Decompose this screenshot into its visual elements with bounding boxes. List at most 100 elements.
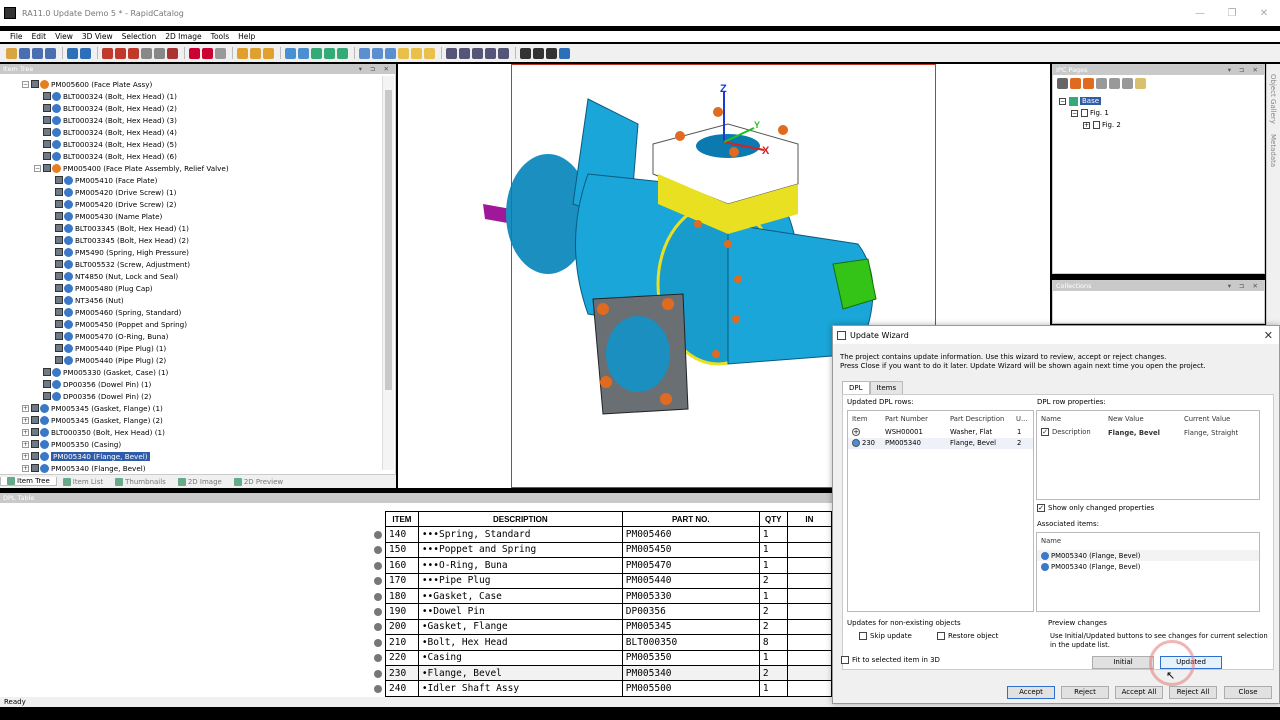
- col-qty[interactable]: QTY: [758, 510, 788, 528]
- checkbox-icon[interactable]: [55, 308, 63, 316]
- updated-rows-list[interactable]: Item Part Number Part Description U... +…: [847, 410, 1034, 612]
- wizard-close-icon[interactable]: ✕: [1264, 329, 1273, 342]
- expand-toggle[interactable]: −: [22, 80, 29, 88]
- reject-all-button[interactable]: Reject All: [1169, 686, 1217, 699]
- tree-node[interactable]: BLT005532 (Screw, Adjustment): [46, 258, 190, 270]
- metadata-tab[interactable]: Metadata: [1269, 134, 1277, 167]
- expand-toggle[interactable]: +: [22, 452, 29, 460]
- expand-toggle[interactable]: +: [22, 404, 29, 412]
- ipc-node-fig1[interactable]: − Fig. 1: [1071, 107, 1121, 119]
- cut-icon[interactable]: [115, 47, 126, 59]
- expand-toggle[interactable]: −: [34, 164, 41, 172]
- props-col-current[interactable]: Current Value: [1184, 415, 1230, 423]
- ipc-panel-controls[interactable]: ▾ ⊐ ✕: [1228, 65, 1261, 75]
- table-row[interactable]: 190 ••Dowel Pin DP00356 2: [385, 603, 833, 620]
- tree-node[interactable]: PM005420 (Drive Screw) (1): [46, 186, 176, 198]
- zoom-fit-icon[interactable]: [446, 47, 457, 59]
- checkbox-icon[interactable]: [55, 176, 63, 184]
- menu-3d-view[interactable]: 3D View: [82, 32, 113, 41]
- tab-items[interactable]: Items: [869, 381, 904, 394]
- menu-selection[interactable]: Selection: [122, 32, 157, 41]
- page-add-icon[interactable]: [1057, 77, 1068, 89]
- checkbox-icon[interactable]: [43, 380, 51, 388]
- table-row[interactable]: 160 •••O-Ring, Buna PM005470 1: [385, 557, 833, 574]
- checkbox-icon[interactable]: [55, 320, 63, 328]
- delete-icon[interactable]: [102, 47, 113, 59]
- tree-node[interactable]: + PM005350 (Casing): [22, 438, 121, 450]
- table-row[interactable]: 200 •Gasket, Flange PM005345 2: [385, 618, 833, 636]
- tree-node[interactable]: BLT000324 (Bolt, Hex Head) (2): [34, 102, 177, 114]
- tree-node[interactable]: PM005470 (O-Ring, Buna): [46, 330, 168, 342]
- menu-view[interactable]: View: [55, 32, 73, 41]
- tree-node[interactable]: BLT000324 (Bolt, Hex Head) (3): [34, 114, 177, 126]
- tree-node[interactable]: PM005480 (Plug Cap): [46, 282, 153, 294]
- highlight-icon[interactable]: [398, 47, 409, 59]
- remove-icon[interactable]: [128, 47, 139, 59]
- close-window-button[interactable]: ✕: [1248, 8, 1280, 19]
- expand-toggle[interactable]: +: [22, 428, 29, 436]
- tree-icon[interactable]: [311, 47, 322, 59]
- tree-node[interactable]: PM5490 (Spring, High Pressure): [46, 246, 189, 258]
- globe-icon[interactable]: [546, 47, 557, 59]
- page-copy-icon[interactable]: [1096, 77, 1107, 89]
- checkbox-icon[interactable]: [31, 428, 39, 436]
- menu-tools[interactable]: Tools: [211, 32, 229, 41]
- restore-object-checkbox[interactable]: [937, 632, 945, 640]
- table-row[interactable]: 240 •Idler Shaft Assy PM005500 1: [385, 680, 833, 697]
- undo-icon[interactable]: [67, 47, 78, 59]
- tab-2d-image[interactable]: 2D Image: [172, 477, 228, 486]
- pan-icon[interactable]: [485, 47, 496, 59]
- table-row[interactable]: 140 •••Spring, Standard PM005460 1: [385, 526, 833, 543]
- redo-icon[interactable]: [80, 47, 91, 59]
- tree-node[interactable]: PM005420 (Drive Screw) (2): [46, 198, 176, 210]
- tree-node[interactable]: BLT000324 (Bolt, Hex Head) (1): [34, 90, 177, 102]
- page-folder-icon[interactable]: [1135, 77, 1146, 89]
- fit-to-selected-option[interactable]: Fit to selected item in 3D: [841, 656, 940, 664]
- checkbox-icon[interactable]: [43, 104, 51, 112]
- tree-node[interactable]: − PM005600 (Face Plate Assy): [22, 78, 152, 90]
- expand-icon[interactable]: [337, 47, 348, 59]
- reject-button[interactable]: Reject: [1061, 686, 1109, 699]
- tab-item-tree[interactable]: Item Tree: [0, 477, 57, 486]
- tree-node[interactable]: + PM005345 (Gasket, Flange) (2): [22, 414, 163, 426]
- expand-toggle[interactable]: +: [22, 440, 29, 448]
- cube-icon[interactable]: [559, 47, 570, 59]
- menu-2d-image[interactable]: 2D Image: [165, 32, 201, 41]
- dpl-table[interactable]: ITEM DESCRIPTION PART NO. QTY IN 140 •••S…: [385, 510, 833, 697]
- shape-icon[interactable]: [237, 47, 248, 59]
- checkbox-icon[interactable]: [43, 92, 51, 100]
- checkbox-icon[interactable]: [31, 80, 39, 88]
- col-in[interactable]: IN: [786, 510, 833, 528]
- paste-icon[interactable]: [372, 47, 383, 59]
- wizard-row[interactable]: + WSH00001 Washer, Flat 1: [848, 427, 1033, 438]
- tree-node[interactable]: PM005410 (Face Plate): [46, 174, 157, 186]
- tool-icon[interactable]: [167, 47, 178, 59]
- menu-help[interactable]: Help: [238, 32, 255, 41]
- part-icon[interactable]: [202, 47, 213, 59]
- hierarchy-icon[interactable]: [324, 47, 335, 59]
- assoc-col-name[interactable]: Name: [1041, 537, 1061, 545]
- window-icon[interactable]: [385, 47, 396, 59]
- checkbox-icon[interactable]: [43, 128, 51, 136]
- checkbox-icon[interactable]: [55, 284, 63, 292]
- collections-controls[interactable]: ▾ ⊐ ✕: [1228, 281, 1261, 291]
- checkbox-icon[interactable]: [31, 464, 39, 472]
- tab-2d-preview[interactable]: 2D Preview: [228, 477, 289, 486]
- tree-node[interactable]: BLT000324 (Bolt, Hex Head) (6): [34, 150, 177, 162]
- tree-node[interactable]: PM005440 (Pipe Plug) (1): [46, 342, 166, 354]
- tree-scrollbar[interactable]: [382, 76, 394, 470]
- table-row[interactable]: 210 •Bolt, Hex Head BLT000350 8: [385, 634, 833, 651]
- pointer-icon[interactable]: [411, 47, 422, 59]
- checkbox-icon[interactable]: [55, 260, 63, 268]
- page-assembly-icon[interactable]: [1070, 77, 1081, 89]
- rotate-icon[interactable]: [472, 47, 483, 59]
- checkbox-icon[interactable]: [55, 272, 63, 280]
- checkbox-icon[interactable]: [43, 152, 51, 160]
- shape2-icon[interactable]: [250, 47, 261, 59]
- col-part-no[interactable]: PART NO.: [621, 510, 760, 528]
- table-row[interactable]: 230 •Flange, Bevel PM005340 2: [385, 664, 833, 682]
- magic-icon[interactable]: [424, 47, 435, 59]
- tree-node[interactable]: DP00356 (Dowel Pin) (2): [34, 390, 151, 402]
- props-col-new[interactable]: New Value: [1108, 415, 1144, 423]
- save-as-icon[interactable]: [32, 47, 43, 59]
